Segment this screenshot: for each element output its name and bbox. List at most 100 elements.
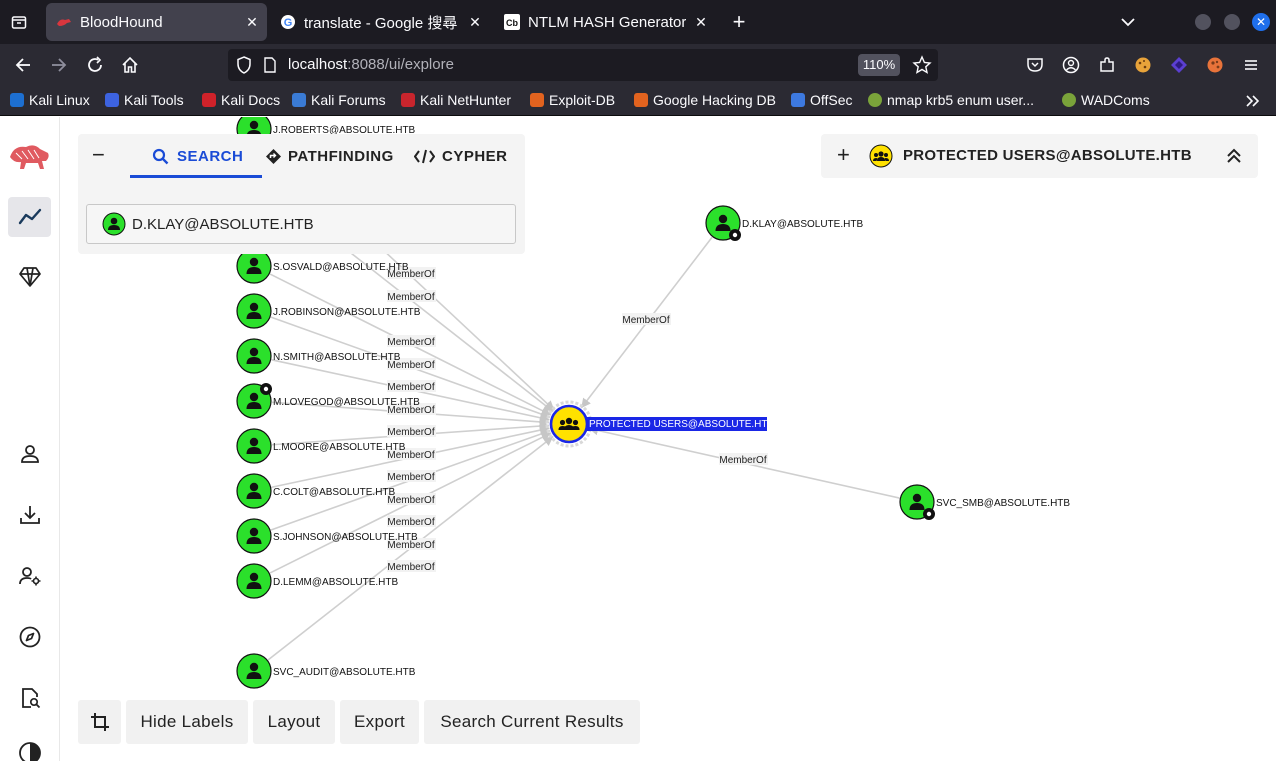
tab-search[interactable]: SEARCH <box>152 144 243 168</box>
tab-pathfinding[interactable]: PATHFINDING <box>265 144 394 168</box>
tab-overview-icon[interactable] <box>6 9 32 35</box>
layout-button[interactable]: Layout <box>253 700 335 744</box>
kali-tools-icon <box>105 93 119 107</box>
url-bar[interactable]: localhost:8088/ui/explore 110% <box>228 49 938 81</box>
firefox-color-icon[interactable] <box>1202 52 1228 78</box>
hide-labels-button[interactable]: Hide Labels <box>126 700 248 744</box>
node-label: S.JOHNSON@ABSOLUTE.HTB <box>273 532 418 543</box>
maximize-button[interactable] <box>1224 14 1240 30</box>
back-icon[interactable] <box>10 52 36 78</box>
edge-label: MemberOf <box>387 515 436 528</box>
download-collectors-nav-button[interactable] <box>8 495 51 535</box>
bookmark-kali-linux[interactable]: Kali Linux <box>10 92 90 108</box>
pocket-icon[interactable] <box>1022 52 1048 78</box>
crop-fit-button[interactable] <box>78 700 121 744</box>
forward-icon[interactable] <box>46 52 72 78</box>
close-tab-icon[interactable]: ✕ <box>466 13 484 31</box>
left-navigation <box>0 117 60 761</box>
bookmark-kali-tools[interactable]: Kali Tools <box>105 92 184 108</box>
minimize-button[interactable] <box>1195 14 1211 30</box>
administration-nav-button[interactable] <box>8 556 51 596</box>
close-tab-icon[interactable]: ✕ <box>692 13 710 31</box>
bookmark-label: Kali NetHunter <box>420 92 512 108</box>
browser-tab-translate[interactable]: G translate - Google 搜尋 ✕ <box>270 3 490 41</box>
node-label: D.KLAY@ABSOLUTE.HTB <box>742 219 863 230</box>
tab-title: translate - Google 搜尋 <box>304 14 458 32</box>
browser-tab-bloodhound[interactable]: BloodHound ✕ <box>46 3 267 41</box>
bookmark-kali-forums[interactable]: Kali Forums <box>292 92 386 108</box>
bookmark-label: Kali Forums <box>311 92 386 108</box>
tab-title: NTLM HASH Generator <box>528 13 687 31</box>
tab-cypher-label: CYPHER <box>442 147 508 165</box>
explore-nav-button[interactable] <box>8 197 51 237</box>
cookie-extension-icon[interactable] <box>1130 52 1156 78</box>
search-current-results-button[interactable]: Search Current Results <box>424 700 640 744</box>
user-gear-icon <box>18 567 40 586</box>
bookmark-wadcoms[interactable]: WADComs <box>1062 92 1150 108</box>
home-icon[interactable] <box>117 52 143 78</box>
reload-icon[interactable] <box>82 52 108 78</box>
bloodhound-app: MemberOf MemberOf MemberOf MemberOf MemberOf… <box>0 117 1276 761</box>
user-node[interactable]: SVC_SMB@ABSOLUTE.HTB <box>899 484 1070 520</box>
bookmark-label: Exploit-DB <box>549 92 616 108</box>
close-window-button[interactable]: ✕ <box>1252 13 1270 31</box>
profile-nav-button[interactable] <box>8 434 51 474</box>
tab-cypher[interactable]: CYPHER <box>414 144 508 168</box>
browser-tab-ntlm[interactable]: Cb NTLM HASH Generator ✕ <box>494 3 716 41</box>
user-node[interactable]: D.LEMM@ABSOLUTE.HTB <box>236 563 399 599</box>
bookmark-offsec[interactable]: OffSec <box>791 92 853 108</box>
explore-compass-nav-button[interactable] <box>8 617 51 657</box>
new-tab-button[interactable]: + <box>726 9 752 35</box>
bookmark-star-icon[interactable] <box>912 55 932 80</box>
user-node[interactable]: C.COLT@ABSOLUTE.HTB <box>236 473 396 509</box>
bookmark-exploit-db[interactable]: Exploit-DB <box>530 92 615 108</box>
bookmark-label: WADComs <box>1081 92 1150 108</box>
user-node[interactable]: SVC_AUDIT@ABSOLUTE.HTB <box>236 653 416 689</box>
bookmarks-toolbar: Kali Linux Kali Tools Kali Docs Kali For… <box>0 86 1276 116</box>
edge-label: MemberOf <box>387 335 436 348</box>
search-tabs: − SEARCH PATHFINDING CYPHER <box>78 134 525 178</box>
more-bookmarks-icon[interactable] <box>1244 92 1262 115</box>
bookmark-label: Kali Tools <box>124 92 184 108</box>
kali-dragon-icon <box>10 93 24 107</box>
bloodhound-favicon-icon <box>56 14 72 30</box>
diamond-icon <box>18 267 41 287</box>
edge-label-text: MemberOf <box>387 292 434 303</box>
node-search-input[interactable]: D.KLAY@ABSOLUTE.HTB <box>86 204 516 244</box>
bookmark-nmap-krb5[interactable]: nmap krb5 enum user... <box>868 92 1034 108</box>
bookmark-kali-nethunter[interactable]: Kali NetHunter <box>401 92 511 108</box>
dark-mode-nav-button[interactable] <box>8 739 51 779</box>
route-diamond-icon <box>266 148 281 164</box>
node-label: D.LEMM@ABSOLUTE.HTB <box>273 577 399 588</box>
edge-label-text: MemberOf <box>387 427 434 438</box>
gear-badge-dot <box>926 511 932 517</box>
node-label: M.LOVEGOD@ABSOLUTE.HTB <box>273 397 420 408</box>
export-button[interactable]: Export <box>340 700 419 744</box>
node-label: SVC_SMB@ABSOLUTE.HTB <box>936 498 1070 509</box>
url-text: localhost:8088/ui/explore <box>288 56 454 73</box>
expand-plus-button[interactable]: + <box>837 142 850 168</box>
purple-extension-icon[interactable] <box>1166 52 1192 78</box>
collapse-double-chevron-icon[interactable] <box>1225 147 1243 165</box>
docs-nav-button[interactable] <box>8 678 51 718</box>
list-all-tabs-icon[interactable] <box>1116 11 1140 33</box>
user-node[interactable]: N.SMITH@ABSOLUTE.HTB <box>236 338 401 374</box>
collapse-panel-button[interactable]: − <box>92 142 105 167</box>
close-tab-icon[interactable]: ✕ <box>243 13 261 31</box>
active-tab-indicator <box>130 175 262 178</box>
bloodhound-logo[interactable] <box>8 139 52 171</box>
browser-nav-bar: localhost:8088/ui/explore 110% <box>0 44 1276 86</box>
attack-paths-nav-button[interactable] <box>8 257 51 297</box>
shield-icon[interactable] <box>236 56 252 79</box>
bookmark-google-hacking-db[interactable]: Google Hacking DB <box>634 92 776 108</box>
user-node[interactable]: D.KLAY@ABSOLUTE.HTB <box>705 205 863 241</box>
extensions-icon[interactable] <box>1094 52 1120 78</box>
bookmark-kali-docs[interactable]: Kali Docs <box>202 92 280 108</box>
group-node-protected-users[interactable]: PROTECTED USERS@ABSOLUTE.HTB <box>545 400 775 448</box>
kali-forums-icon <box>292 93 306 107</box>
account-icon[interactable] <box>1058 52 1084 78</box>
user-node[interactable]: L.MOORE@ABSOLUTE.HTB <box>236 428 406 464</box>
page-icon[interactable] <box>263 57 277 78</box>
zoom-badge[interactable]: 110% <box>858 54 900 76</box>
menu-icon[interactable] <box>1238 52 1264 78</box>
